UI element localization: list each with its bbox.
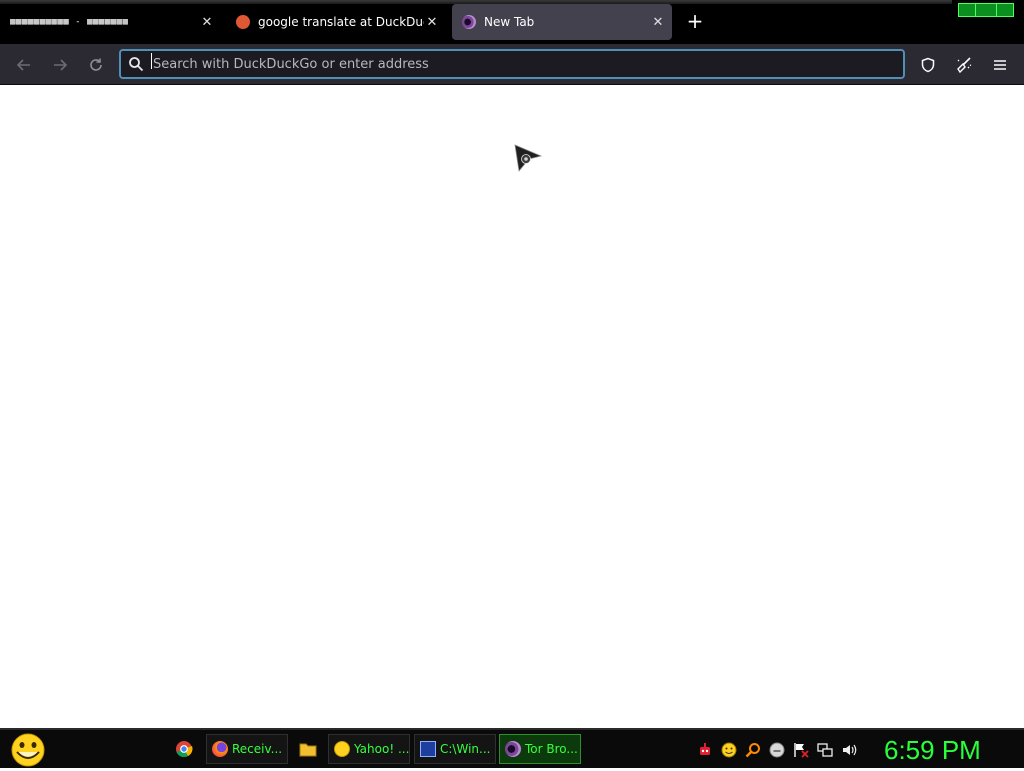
search-icon bbox=[121, 56, 151, 72]
robot-icon[interactable] bbox=[697, 742, 713, 758]
forward-button[interactable] bbox=[49, 54, 71, 76]
close-tab-icon[interactable]: ✕ bbox=[199, 15, 215, 30]
back-button[interactable] bbox=[13, 54, 35, 76]
tab-glyph-title[interactable]: ▦▦▦▦▦▦▦▦▦▦ - ▦▦▦▦▦▦▦ ✕ bbox=[10, 4, 215, 40]
volume-icon[interactable] bbox=[841, 742, 857, 758]
url-input[interactable] bbox=[153, 56, 903, 72]
start-button[interactable] bbox=[8, 733, 48, 767]
smiley-face-icon bbox=[11, 733, 45, 767]
search-magnifier-icon[interactable] bbox=[745, 742, 761, 758]
chrome-icon[interactable] bbox=[175, 740, 193, 758]
system-clock[interactable]: 6:59 PM bbox=[884, 733, 1014, 767]
reload-button[interactable] bbox=[85, 54, 107, 76]
address-bar[interactable] bbox=[119, 49, 905, 79]
duckduckgo-icon bbox=[236, 15, 250, 29]
back-arrow-icon bbox=[16, 59, 30, 71]
taskbar-item-label: C:\Win... bbox=[440, 742, 491, 756]
tab-title: google translate at DuckDuckGo bbox=[258, 15, 424, 29]
tab-title: New Tab bbox=[484, 15, 535, 29]
taskbar: Receiv... Yahoo! ... C:\Win... Tor Bro..… bbox=[0, 728, 1024, 768]
status-face-icon[interactable] bbox=[769, 742, 785, 758]
taskbar-item-tor-browser[interactable]: Tor Bro... bbox=[499, 734, 581, 764]
text-caret bbox=[151, 53, 152, 69]
action-center-flag-icon[interactable] bbox=[793, 742, 809, 758]
tab-title: ▦▦▦▦▦▦▦▦▦▦ - ▦▦▦▦▦▦▦ bbox=[10, 17, 129, 27]
minimize-window-button[interactable] bbox=[958, 3, 976, 17]
messenger-smiley-icon[interactable] bbox=[721, 742, 737, 758]
reload-icon bbox=[90, 58, 102, 71]
maximize-window-button[interactable] bbox=[975, 3, 997, 17]
network-icon[interactable] bbox=[817, 742, 833, 758]
tracking-protection-button[interactable] bbox=[917, 54, 939, 76]
tor-onion-icon bbox=[462, 15, 476, 29]
forward-arrow-icon bbox=[54, 59, 68, 71]
tab-strip: ▦▦▦▦▦▦▦▦▦▦ - ▦▦▦▦▦▦▦ ✕ google translate … bbox=[0, 0, 1024, 44]
page-content[interactable] bbox=[0, 85, 1024, 728]
taskbar-item-label: Tor Bro... bbox=[525, 742, 578, 756]
new-identity-button[interactable] bbox=[953, 54, 975, 76]
application-menu-button[interactable] bbox=[989, 54, 1011, 76]
close-window-button[interactable] bbox=[996, 3, 1014, 17]
folder-icon[interactable] bbox=[299, 740, 317, 758]
tab-google-translate[interactable]: google translate at DuckDuckGo ✕ bbox=[232, 4, 440, 40]
yahoo-messenger-icon bbox=[334, 741, 350, 757]
taskbar-item-command-window[interactable]: C:\Win... bbox=[414, 734, 496, 764]
broom-icon bbox=[957, 57, 972, 74]
taskbar-item-label: Receiv... bbox=[232, 742, 283, 756]
taskbar-item-yahoo-messenger[interactable]: Yahoo! ... bbox=[328, 734, 410, 764]
shield-icon bbox=[921, 57, 935, 73]
navigation-toolbar bbox=[0, 44, 1024, 85]
firefox-icon bbox=[212, 741, 228, 757]
tor-onion-icon bbox=[505, 741, 521, 757]
taskbar-item-label: Yahoo! ... bbox=[354, 742, 410, 756]
tab-new-tab[interactable]: New Tab ✕ bbox=[452, 4, 672, 40]
new-tab-button[interactable]: + bbox=[684, 10, 706, 32]
close-tab-icon[interactable]: ✕ bbox=[650, 15, 666, 30]
close-tab-icon[interactable]: ✕ bbox=[424, 15, 440, 30]
hamburger-menu-icon bbox=[994, 60, 1006, 70]
window-icon bbox=[420, 741, 436, 757]
taskbar-item-firefox[interactable]: Receiv... bbox=[206, 734, 288, 764]
mouse-pointer-icon bbox=[514, 144, 542, 172]
